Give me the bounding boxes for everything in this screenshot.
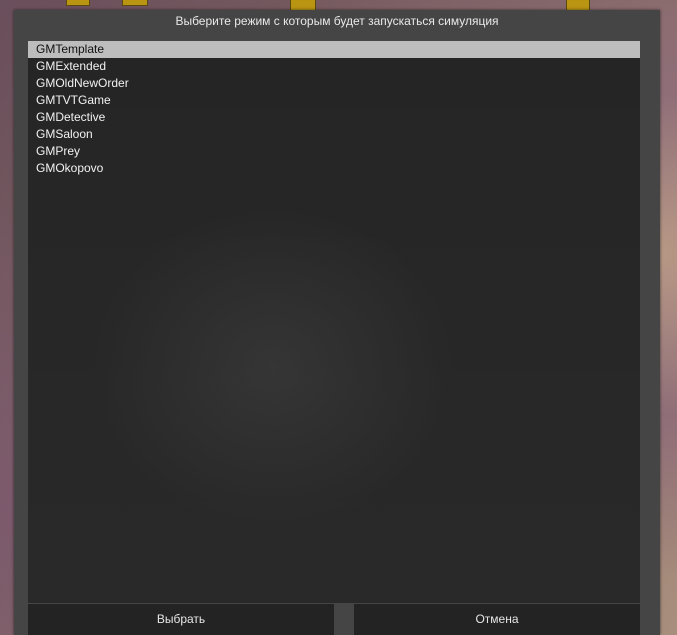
select-button[interactable]: Выбрать — [28, 604, 334, 635]
list-item[interactable]: GMDetective — [28, 109, 640, 126]
dialog-title: Выберите режим с которым будет запускать… — [175, 14, 499, 28]
list-item[interactable]: GMExtended — [28, 58, 640, 75]
list-item[interactable]: GMOldNewOrder — [28, 75, 640, 92]
list-item[interactable]: GMTVTGame — [28, 92, 640, 109]
list-item[interactable]: GMOkopovo — [28, 160, 640, 177]
background-tile — [66, 0, 90, 6]
mode-select-dialog: Выберите режим с которым будет запускать… — [14, 10, 660, 635]
list-item[interactable]: GMSaloon — [28, 126, 640, 143]
mode-list[interactable]: GMTemplate GMExtended GMOldNewOrder GMTV… — [28, 41, 640, 603]
list-item[interactable]: GMTemplate — [28, 41, 640, 58]
cancel-button[interactable]: Отмена — [354, 604, 640, 635]
background-tile — [122, 0, 148, 6]
list-item[interactable]: GMPrey — [28, 143, 640, 160]
